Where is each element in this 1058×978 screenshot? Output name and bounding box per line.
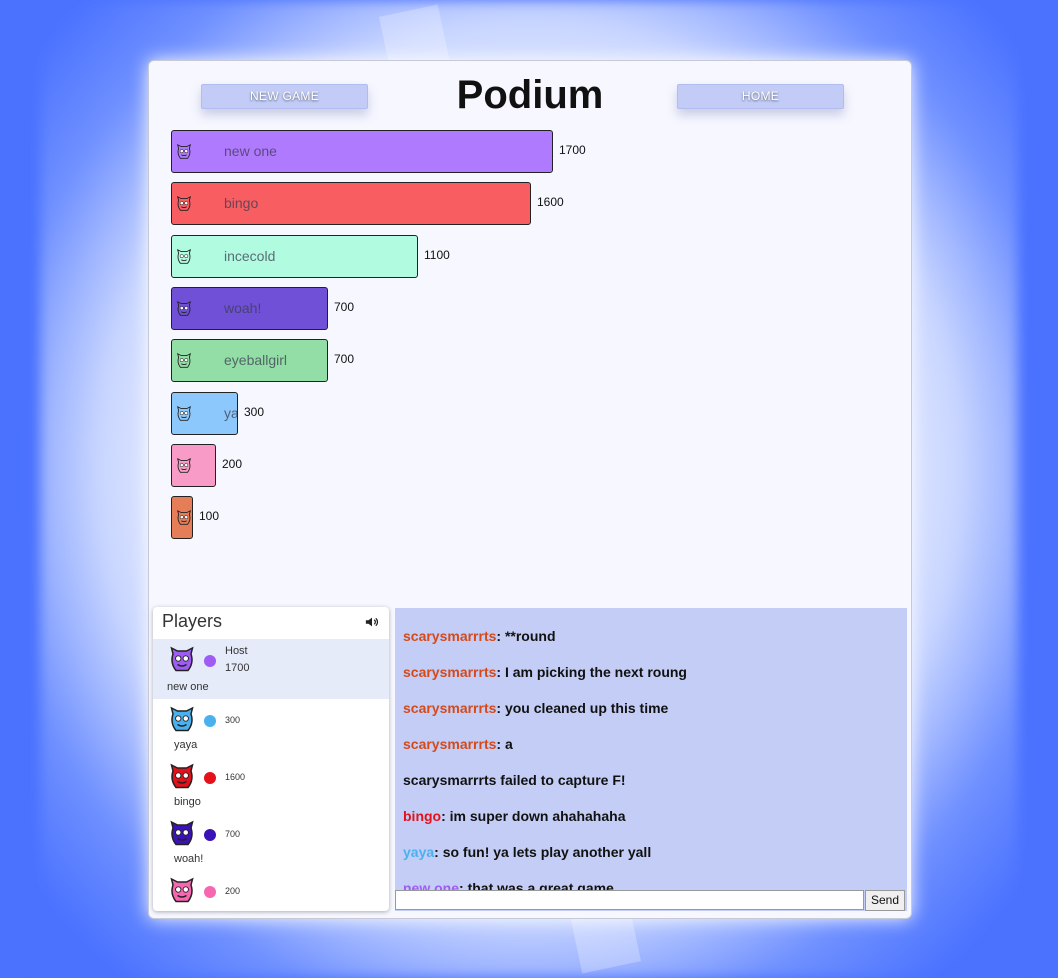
podium-score: 100: [199, 509, 220, 524]
red-devil-icon: [170, 763, 194, 789]
podium-bar: woah!: [171, 286, 328, 330]
player-color-dot: [204, 715, 216, 727]
purple-cat-icon: [170, 646, 194, 672]
player-name: yaya: [174, 739, 198, 751]
podium-bar: eyeballgirl: [171, 339, 328, 383]
blue-robot-icon: [170, 706, 194, 732]
player-color-dot: [204, 772, 216, 784]
player-list-item[interactable]: 200: [153, 870, 389, 911]
player-points: 1600: [225, 772, 246, 782]
player-color-dot: [204, 886, 216, 898]
podium-score: 700: [334, 299, 355, 314]
player-list-item[interactable]: 300 yaya: [153, 699, 389, 756]
player-role: Host: [225, 645, 248, 657]
chat-text: scarysmarrrts failed to capture F!: [403, 772, 626, 788]
player-points: 1700: [225, 662, 250, 674]
player-name: woah!: [174, 853, 204, 865]
podium-player-name: new one: [224, 143, 277, 159]
chat-message: scarysmarrrts: you cleaned up this time: [403, 700, 668, 716]
player-list: Host 1700 new one 300 yaya 1600 bingo 700 woah! 2…: [153, 639, 389, 911]
chat-message: scarysmarrrts failed to capture F!: [403, 772, 626, 788]
chat-username: scarysmarrrts: [403, 664, 497, 680]
podium-bar: new one: [171, 130, 553, 173]
pink-creature-icon: [177, 457, 191, 473]
podium-player-name: woah!: [224, 299, 262, 316]
podium-score: 200: [222, 456, 243, 471]
podium-player-name: bingo: [224, 195, 259, 212]
red-devil-icon: [177, 196, 191, 212]
podium-score: 300: [244, 404, 265, 419]
player-name: bingo: [174, 796, 201, 808]
orange-bear-icon: [177, 510, 191, 525]
podium-player-name: incecold: [224, 247, 276, 264]
podium-score: 1700: [559, 143, 586, 157]
player-name: new one: [167, 681, 209, 693]
player-points: 700: [225, 829, 241, 839]
chat-message: scarysmarrrts: **round: [403, 628, 556, 644]
player-list-item[interactable]: Host 1700 new one: [153, 639, 389, 699]
volume-icon[interactable]: [365, 615, 379, 629]
player-color-dot: [204, 655, 216, 667]
podium-score: 1100: [424, 247, 450, 262]
chat-text: : I am picking the next roung: [496, 664, 687, 680]
player-list-item[interactable]: 700 woah!: [153, 813, 389, 870]
game-panel: NEW GAME Podium HOME new one 1700 bingo 160…: [148, 60, 912, 919]
chat-text: : so fun! ya lets play another yall: [434, 844, 652, 860]
eyeball-icon: [177, 353, 191, 368]
podium-bar: yaya: [171, 391, 238, 435]
chat-username: scarysmarrrts: [403, 736, 497, 752]
player-points: 200: [225, 886, 241, 896]
chat-message: scarysmarrrts: I am picking the next rou…: [403, 664, 687, 680]
violet-monster-icon: [170, 820, 194, 846]
player-list-item[interactable]: 1600 bingo: [153, 756, 389, 813]
players-title: Players: [162, 611, 223, 631]
chat-username: yaya: [403, 844, 435, 860]
send-button[interactable]: Send: [865, 890, 905, 911]
purple-cat-icon: [177, 143, 191, 159]
ice-ghost-icon: [177, 248, 191, 264]
podium-bar: [171, 496, 193, 540]
podium-player-name: yaya: [224, 404, 238, 421]
podium-bar: incecold: [171, 234, 418, 278]
chat-input[interactable]: [395, 890, 864, 910]
podium-score: 700: [334, 352, 355, 367]
pink-creature-icon: [170, 877, 194, 903]
chat-message: scarysmarrrts: a: [403, 736, 513, 752]
home-button[interactable]: HOME: [677, 84, 844, 109]
chat-text: : im super down ahahahaha: [441, 808, 626, 824]
chat-message: bingo: im super down ahahahaha: [403, 808, 625, 824]
chat-text: : a: [496, 736, 513, 752]
blue-robot-icon: [177, 405, 191, 421]
podium-score: 1600: [537, 195, 564, 210]
podium-player-name: eyeballgirl: [224, 352, 288, 369]
chat-text: : **round: [496, 628, 556, 644]
chat-username: scarysmarrrts: [403, 628, 497, 644]
chat-username: scarysmarrrts: [403, 700, 497, 716]
violet-monster-icon: [177, 300, 191, 316]
player-color-dot: [204, 829, 216, 841]
chat-text: : you cleaned up this time: [496, 700, 669, 716]
chat-username: bingo: [403, 808, 442, 824]
players-panel: Players Host 1700 new one 300 yaya 1600 bingo 7…: [153, 607, 389, 911]
podium-bar: bingo: [171, 182, 531, 226]
chat-message: yaya: so fun! ya lets play another yall: [403, 844, 651, 860]
chat-panel: scarysmarrrts: **round scarysmarrrts: I a…: [395, 608, 907, 911]
player-points: 300: [225, 715, 241, 725]
podium-bar: [171, 443, 216, 487]
